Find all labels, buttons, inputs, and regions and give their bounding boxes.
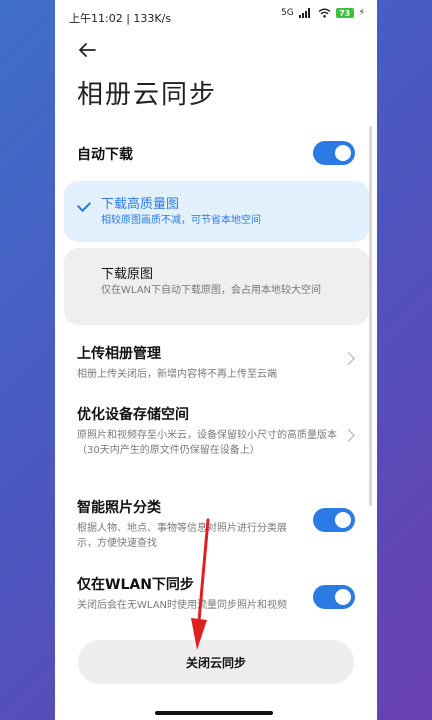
battery-icon: 73 (335, 8, 354, 18)
smart-classify-row: 智能照片分类 根据人物、地点、事物等信息对照片进行分类展示，方便快速查找 (77, 497, 303, 551)
page-title: 相册云同步 (77, 80, 218, 110)
wifi-icon (318, 8, 331, 18)
auto-download-row: 自动下载 (77, 144, 353, 164)
close-cloud-sync-button[interactable]: 关闭云同步 (78, 640, 354, 684)
option-high-quality[interactable]: 下载高质量图 相较原图画质不减，可节省本地空间 (64, 181, 369, 242)
scrollbar[interactable] (369, 126, 372, 506)
optimize-storage-title: 优化设备存储空间 (77, 407, 189, 423)
status-bar: 上午11:02 | 133K/s 5G 73 ⚡ (55, 0, 377, 34)
auto-download-toggle[interactable] (313, 141, 355, 165)
phone-screen: 上午11:02 | 133K/s 5G 73 ⚡ 相册云同步 自动下载 下载高质… (55, 0, 377, 720)
option-title: 下载原图 (101, 267, 154, 282)
signal-icon (298, 8, 313, 18)
status-icons: 5G 73 ⚡ (281, 8, 365, 18)
option-desc: 相较原图画质不减，可节省本地空间 (101, 215, 261, 226)
upload-manage-row[interactable]: 上传相册管理 相册上传关闭后，新增内容将不再上传至云端 (77, 343, 353, 382)
wlan-only-desc: 关闭后会在无WLAN时使用流量同步照片和视频 (77, 600, 288, 611)
smart-classify-title: 智能照片分类 (77, 500, 161, 516)
optimize-storage-desc: 原照片和视频存至小米云，设备保留较小尺寸的高质量版本（30天内产生的原文件仍保留… (77, 430, 337, 456)
network-label: 5G (280, 8, 294, 18)
status-time: 上午11:02 | 133K/s (69, 12, 172, 25)
check-icon (76, 197, 92, 213)
wlan-only-title: 仅在WLAN下同步 (77, 577, 194, 593)
auto-download-label: 自动下载 (77, 147, 133, 163)
smart-classify-desc: 根据人物、地点、事物等信息对照片进行分类展示，方便快速查找 (77, 523, 287, 549)
optimize-storage-row[interactable]: 优化设备存储空间 原照片和视频存至小米云，设备保留较小尺寸的高质量版本（30天内… (77, 404, 337, 458)
upload-manage-title: 上传相册管理 (77, 346, 161, 362)
home-indicator[interactable] (155, 711, 273, 715)
wlan-only-toggle[interactable] (313, 585, 355, 609)
wlan-only-row: 仅在WLAN下同步 关闭后会在无WLAN时使用流量同步照片和视频 (77, 574, 303, 613)
chevron-right-icon (342, 429, 355, 442)
back-arrow-icon[interactable] (75, 38, 99, 62)
option-title: 下载高质量图 (101, 197, 180, 212)
option-desc: 仅在WLAN下自动下载原图，会占用本地较大空间 (101, 285, 322, 296)
upload-manage-desc: 相册上传关闭后，新增内容将不再上传至云端 (77, 369, 277, 380)
charging-icon: ⚡ (358, 8, 365, 18)
smart-classify-toggle[interactable] (313, 508, 355, 532)
option-original[interactable]: 下载原图 仅在WLAN下自动下载原图，会占用本地较大空间 (64, 248, 369, 325)
